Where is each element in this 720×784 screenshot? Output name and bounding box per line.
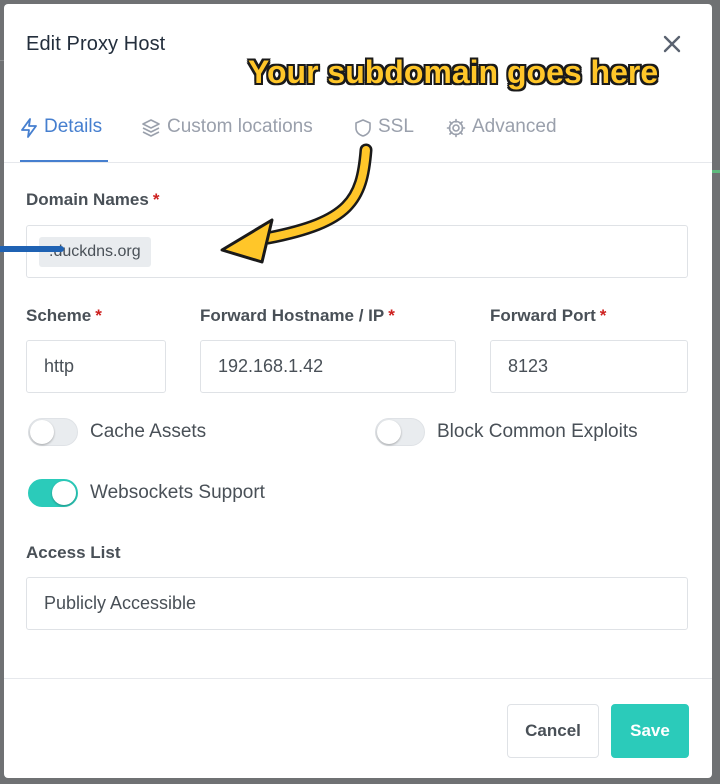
cancel-button[interactable]: Cancel xyxy=(507,704,599,758)
forward-hostname-value: 192.168.1.42 xyxy=(218,356,324,376)
access-list-select[interactable]: Publicly Accessible xyxy=(26,577,688,630)
required-marker: * xyxy=(599,306,607,325)
websockets-toggle-row[interactable]: Websockets Support xyxy=(28,479,265,507)
cache-assets-toggle-row[interactable]: Cache Assets xyxy=(28,418,206,446)
bolt-icon xyxy=(21,118,37,138)
tab-advanced-label: Advanced xyxy=(472,116,557,137)
domain-names-input[interactable]: .duckdns.org xyxy=(26,225,688,278)
edit-proxy-host-modal: Edit Proxy Host Details Custom locations… xyxy=(4,4,712,778)
gear-icon xyxy=(446,118,466,138)
access-list-value: Publicly Accessible xyxy=(44,593,197,613)
domain-names-label: Domain Names * xyxy=(26,190,159,210)
required-marker: * xyxy=(152,190,160,209)
block-exploits-toggle-row[interactable]: Block Common Exploits xyxy=(375,418,638,446)
scheme-label: Scheme * xyxy=(26,306,102,326)
tab-ssl-label: SSL xyxy=(378,116,414,137)
backdrop-accent xyxy=(712,170,720,173)
forward-hostname-label: Forward Hostname / IP * xyxy=(200,306,395,326)
forward-port-label: Forward Port * xyxy=(490,306,606,326)
forward-port-value: 8123 xyxy=(508,356,549,376)
toggle-knob xyxy=(52,481,76,505)
scheme-input[interactable]: http xyxy=(26,340,166,393)
tab-custom-locations-label: Custom locations xyxy=(167,116,313,137)
tab-bar: Details Custom locations SSL Advanced xyxy=(4,100,712,163)
shield-icon xyxy=(355,119,371,137)
domain-names-label-text: Domain Names xyxy=(26,190,149,209)
forward-hostname-label-text: Forward Hostname / IP xyxy=(200,306,385,325)
tab-details-label: Details xyxy=(44,116,103,137)
tab-custom-locations[interactable]: Custom locations xyxy=(141,112,313,162)
domain-chip[interactable]: .duckdns.org xyxy=(39,237,151,267)
save-button[interactable]: Save xyxy=(611,704,689,758)
block-exploits-toggle[interactable] xyxy=(375,418,425,446)
websockets-label: Websockets Support xyxy=(90,482,265,503)
required-marker: * xyxy=(388,306,395,325)
toggle-knob xyxy=(30,420,54,444)
close-icon[interactable] xyxy=(662,34,682,54)
websockets-toggle[interactable] xyxy=(28,479,78,507)
toggle-knob xyxy=(377,420,401,444)
annotation-callout: Your subdomain goes here xyxy=(248,54,659,90)
forward-port-input[interactable]: 8123 xyxy=(490,340,688,393)
layers-icon xyxy=(142,119,160,137)
forward-port-label-text: Forward Port xyxy=(490,306,596,325)
redaction-mark xyxy=(0,246,64,252)
block-exploits-label: Block Common Exploits xyxy=(437,421,638,442)
scheme-value: http xyxy=(44,356,75,376)
forward-hostname-input[interactable]: 192.168.1.42 xyxy=(200,340,456,393)
modal-footer: Cancel Save xyxy=(4,678,712,778)
cache-assets-toggle[interactable] xyxy=(28,418,78,446)
access-list-label: Access List xyxy=(26,543,121,562)
tab-advanced[interactable]: Advanced xyxy=(446,112,557,162)
scheme-label-text: Scheme xyxy=(26,306,92,325)
cache-assets-label: Cache Assets xyxy=(90,421,207,442)
required-marker: * xyxy=(95,306,102,325)
modal-title: Edit Proxy Host xyxy=(26,33,166,55)
tab-details[interactable]: Details xyxy=(20,112,108,162)
tab-ssl[interactable]: SSL xyxy=(354,112,414,162)
